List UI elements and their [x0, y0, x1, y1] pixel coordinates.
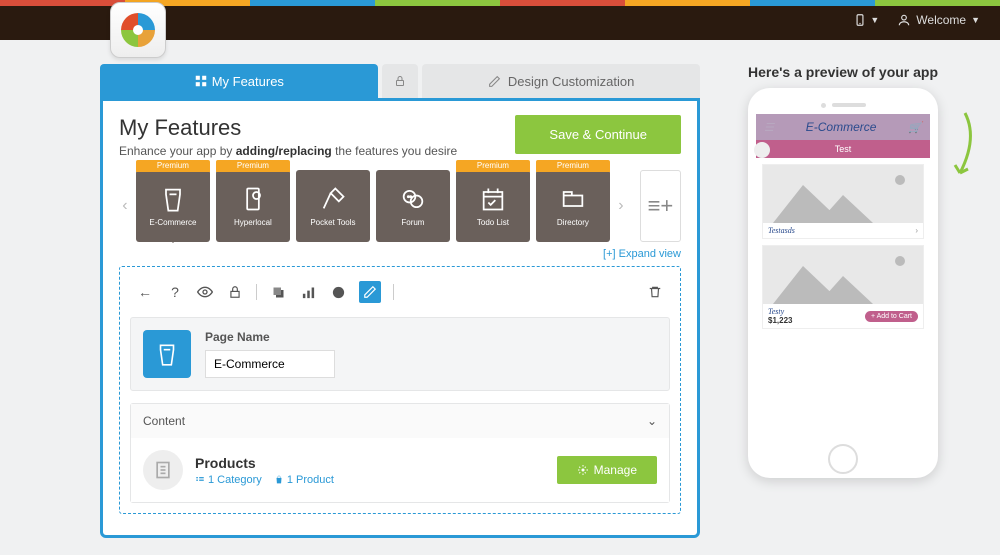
premium-badge: Premium [216, 160, 290, 172]
products-meta: 1 Category 1 Product [195, 474, 334, 486]
phone-icon [853, 13, 867, 27]
device-switcher[interactable]: ▼ [853, 13, 879, 27]
delete-icon[interactable] [646, 283, 664, 301]
preview-product-2: Testy$1,223 + Add to Cart [762, 245, 924, 329]
main-tabs: My Features Design Customization [100, 64, 700, 98]
feature-icon [399, 185, 427, 213]
expand-view-link[interactable]: [+] Expand view [119, 248, 681, 260]
preview-app-header: ☰ E-Commerce 🛒 [756, 114, 930, 140]
preview-title: Here's a preview of your app [718, 64, 968, 80]
feature-icon [479, 185, 507, 213]
content-toggle[interactable]: Content ⌄ [131, 404, 669, 438]
feature-card-directory[interactable]: PremiumDirectory [536, 170, 610, 242]
chevron-down-icon: ⌄ [647, 414, 657, 428]
page-name-label: Page Name [205, 330, 335, 344]
page-name-input[interactable] [205, 350, 335, 378]
preview-screen[interactable]: ☰ E-Commerce 🛒 Test Testasds› Testy$1,22… [756, 114, 930, 434]
page-name-section: Page Name [130, 317, 670, 391]
bag-icon [274, 475, 284, 485]
list-icon [195, 475, 205, 485]
feature-icon [319, 185, 347, 213]
lock-icon [394, 75, 406, 87]
premium-badge: Premium [456, 160, 530, 172]
tab-locked[interactable] [382, 64, 418, 98]
panel-subtitle: Enhance your app by adding/replacing the… [119, 144, 457, 158]
edit-icon[interactable] [359, 281, 381, 303]
premium-badge: Premium [136, 160, 210, 172]
feature-icon [559, 185, 587, 213]
add-to-cart-button: + Add to Cart [865, 311, 918, 322]
top-bar: ▼ Welcome ▼ [0, 0, 1000, 40]
feature-label: Directory [557, 218, 589, 227]
carousel-prev[interactable]: ‹ [119, 197, 131, 215]
preview-tab: Test [756, 140, 930, 158]
preview-product-1: Testasds› [762, 164, 924, 239]
premium-badge: Premium [536, 160, 610, 172]
feature-icon [159, 185, 187, 213]
feature-label: E-Commerce [149, 218, 196, 227]
editor-toolbar: ← ? [130, 277, 670, 307]
feature-label: Hyperlocal [234, 218, 272, 227]
feature-card-forum[interactable]: Forum [376, 170, 450, 242]
feature-icon [239, 185, 267, 213]
back-icon[interactable]: ← [136, 283, 154, 301]
copy-icon[interactable] [269, 283, 287, 301]
edit-icon [488, 75, 501, 88]
brand-logo[interactable] [110, 2, 166, 58]
gear-icon [577, 464, 589, 476]
manage-button[interactable]: Manage [557, 456, 657, 484]
home-button [828, 444, 858, 474]
tab-design-customization[interactable]: Design Customization [422, 64, 700, 98]
phone-preview: ☰ E-Commerce 🛒 Test Testasds› Testy$1,22… [748, 88, 938, 478]
tab-my-features[interactable]: My Features [100, 64, 378, 98]
add-feature-card[interactable]: ≡+ [640, 170, 681, 242]
help-icon[interactable]: ? [166, 283, 184, 301]
user-icon [897, 13, 911, 27]
stats-icon[interactable] [299, 283, 317, 301]
feature-label: Pocket Tools [310, 218, 355, 227]
feature-label: Forum [401, 218, 424, 227]
welcome-menu[interactable]: Welcome ▼ [897, 13, 980, 27]
palette-icon[interactable] [329, 283, 347, 301]
panel-title: My Features [119, 115, 457, 141]
feature-editor: ← ? Page Name [119, 266, 681, 514]
feature-card-todo-list[interactable]: PremiumTodo List [456, 170, 530, 242]
features-panel: My Features Enhance your app by adding/r… [100, 98, 700, 538]
feature-label: Todo List [477, 218, 509, 227]
grid-icon [194, 74, 208, 88]
feature-card-e-commerce[interactable]: PremiumE-Commerce [136, 170, 210, 242]
preview-arrow-icon [950, 108, 980, 188]
feature-card-pocket-tools[interactable]: Pocket Tools [296, 170, 370, 242]
feature-card-hyperlocal[interactable]: PremiumHyperlocal [216, 170, 290, 242]
eye-icon[interactable] [196, 283, 214, 301]
content-section: Content ⌄ Products 1 Category 1 Product [130, 403, 670, 503]
welcome-label: Welcome [916, 13, 966, 27]
menu-icon: ☰ [764, 121, 774, 134]
products-title: Products [195, 455, 334, 471]
products-icon [143, 450, 183, 490]
page-icon[interactable] [143, 330, 191, 378]
carousel-next[interactable]: › [615, 197, 627, 215]
features-carousel: ‹ PremiumE-CommercePremiumHyperlocal Pock… [119, 170, 681, 242]
lock-icon[interactable] [226, 283, 244, 301]
cart-icon: 🛒 [908, 121, 922, 134]
save-continue-button[interactable]: Save & Continue [515, 115, 681, 154]
